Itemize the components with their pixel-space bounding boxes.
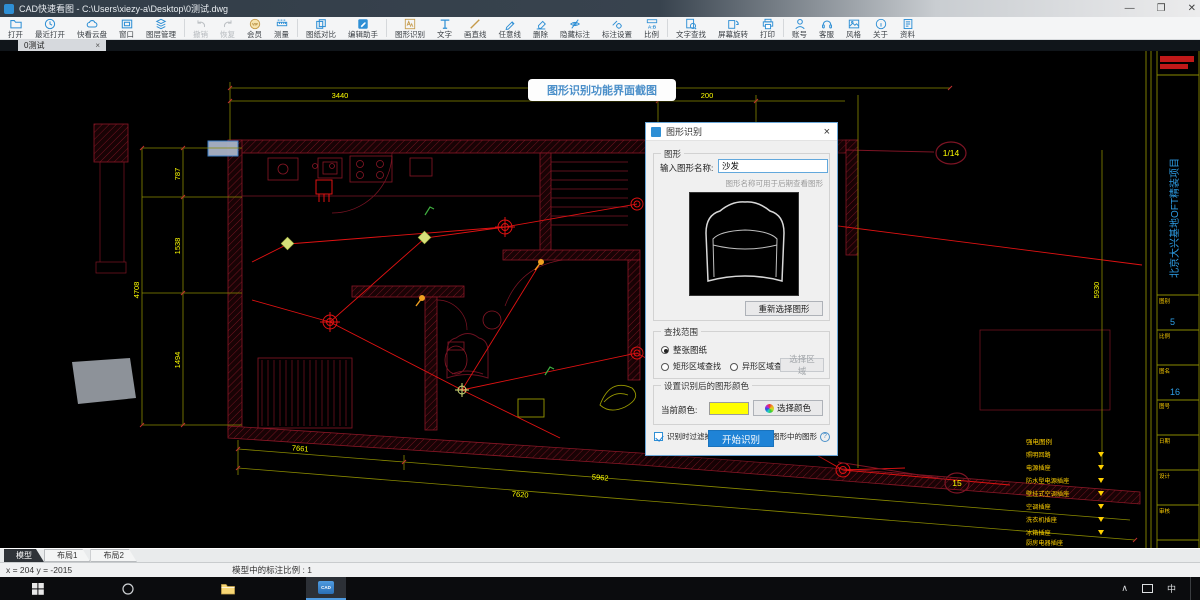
gray-block xyxy=(72,358,136,404)
folder-icon xyxy=(221,583,235,594)
sheet-tab-layout2[interactable]: 布局2 xyxy=(90,549,136,562)
annotation-banner: 图形识别功能界面截图 xyxy=(528,79,676,101)
dialog-title: 图形识别 xyxy=(666,127,703,137)
name-label: 输入图形名称: xyxy=(660,163,714,173)
cortana-button[interactable] xyxy=(110,577,146,600)
plan-structure xyxy=(95,152,1111,411)
cad-app-taskbar-button[interactable]: CAD xyxy=(306,577,346,600)
color-group-label: 设置识别后的图形颜色 xyxy=(661,380,753,392)
help-icon[interactable]: ? xyxy=(820,431,830,442)
windows-taskbar: CAD ∧ 中 xyxy=(0,577,1200,600)
start-button[interactable] xyxy=(20,577,56,600)
app-window: CAD快速看图 - C:\Users\xiezy-a\Desktop\0测试.d… xyxy=(0,0,1200,600)
current-color-swatch xyxy=(709,402,749,415)
star-marker xyxy=(455,383,469,397)
color-group: 设置识别后的图形颜色 当前颜色: 选择颜色 xyxy=(653,380,830,425)
radio-off-icon xyxy=(661,362,669,371)
cortana-circle-icon xyxy=(122,582,134,595)
scope-group-label: 查找范围 xyxy=(661,326,702,338)
name-hint: 图形名称可用于后期查看图形 xyxy=(725,179,824,188)
show-desktop-strip[interactable] xyxy=(1190,577,1194,600)
dialog-icon xyxy=(651,126,661,137)
shape-recognition-dialog: 图形识别 × 图形 输入图形名称: 图形名称可用于后期查看图形 重新选择图形 查… xyxy=(645,122,838,456)
svg-text:防水型电源插座: 防水型电源插座 xyxy=(1026,477,1069,485)
radio-on-icon xyxy=(661,346,669,354)
titleblock-red-note xyxy=(1160,56,1194,62)
dim-left-top: 787 xyxy=(173,168,182,181)
svg-text:日期: 日期 xyxy=(1159,438,1171,445)
sheet-tab-bar: 模型 布局1 布局2 xyxy=(0,548,1200,562)
svg-text:图名: 图名 xyxy=(1159,367,1170,375)
plan-accents xyxy=(517,384,637,418)
dim-left-bottom: 1494 xyxy=(173,352,182,369)
selection-box[interactable] xyxy=(207,140,239,157)
dim-left-overall: 4708 xyxy=(132,282,141,299)
svg-text:冰箱插座: 冰箱插座 xyxy=(1026,529,1051,537)
dim-left-mid: 1538 xyxy=(173,238,182,255)
status-bar: x = 204 y = -2015 模型中的标注比例 : 1 xyxy=(0,562,1200,577)
svg-text:电源插座: 电源插座 xyxy=(1026,464,1051,472)
plan-sofa xyxy=(446,333,489,379)
graphic-preview xyxy=(689,192,799,296)
cad-app-icon: CAD xyxy=(318,581,334,594)
choose-color-button[interactable]: 选择颜色 xyxy=(753,400,823,416)
svg-text:5: 5 xyxy=(1170,317,1175,327)
wardrobe-comb xyxy=(261,360,347,426)
dialog-close-icon[interactable]: × xyxy=(824,126,830,138)
dim-bottom-overall: 7620 xyxy=(512,489,529,499)
dim-right-overall: 5930 xyxy=(1092,282,1101,299)
dialog-title-bar[interactable]: 图形识别 × xyxy=(646,123,837,141)
svg-text:洗衣机插座: 洗衣机插座 xyxy=(1026,516,1057,524)
svg-text:16: 16 xyxy=(1170,387,1180,397)
title-block: 北京大兴基地OFT精装项目 图别 比例 图名 图号 日期 设计 审核 5 16 xyxy=(1145,51,1200,548)
dim-top-left: 3440 xyxy=(332,91,349,100)
sofa-preview-drawing xyxy=(705,201,785,282)
svg-text:壁挂式空调插座: 壁挂式空调插座 xyxy=(1026,490,1069,498)
svg-text:厨房电器插座: 厨房电器插座 xyxy=(1026,539,1063,547)
graphic-name-input[interactable] xyxy=(718,159,828,173)
callout-top-right: 1/14 xyxy=(943,148,960,158)
svg-text:审核: 审核 xyxy=(1159,507,1171,515)
tray-window-icon[interactable] xyxy=(1141,584,1153,593)
svg-text:空调插座: 空调插座 xyxy=(1026,503,1051,511)
diamond-markers xyxy=(280,230,432,251)
graphic-group-label: 图形 xyxy=(661,148,685,160)
start-recognition-button[interactable]: 开始识别 xyxy=(708,430,774,447)
annotation-scale-note: 模型中的标注比例 : 1 xyxy=(232,565,312,575)
sheet-tab-layout1[interactable]: 布局1 xyxy=(44,549,90,562)
tray-ime-indicator[interactable]: 中 xyxy=(1167,582,1176,595)
select-region-button[interactable]: 选择区域 xyxy=(780,354,824,376)
svg-text:照明回路: 照明回路 xyxy=(1026,451,1052,459)
cursor-coordinates: x = 204 y = -2015 xyxy=(6,565,73,575)
svg-text:比例: 比例 xyxy=(1159,332,1171,340)
svg-text:设计: 设计 xyxy=(1159,472,1171,480)
scope-whole-radio[interactable]: 整张图纸 xyxy=(661,344,707,356)
radio-off-icon xyxy=(730,362,738,371)
current-color-label: 当前颜色: xyxy=(661,405,698,415)
electrical-component xyxy=(315,179,333,202)
dim-bottom-left: 7661 xyxy=(292,443,309,453)
callout-bottom-right: 15 xyxy=(952,478,962,488)
system-tray: ∧ 中 xyxy=(1121,577,1194,600)
dim-top-right-offset: 200 xyxy=(701,91,714,100)
scope-rect-radio[interactable]: 矩形区域查找 xyxy=(661,361,721,372)
legend-title: 强电图例 xyxy=(1026,437,1052,446)
dim-bottom-mid: 5962 xyxy=(592,472,609,482)
windows-logo-icon xyxy=(32,582,44,595)
color-wheel-icon xyxy=(764,403,774,413)
search-scope-group: 查找范围 整张图纸 矩形区域查找 异形区域查找 选择区域 xyxy=(653,326,830,379)
titleblock-project: 北京大兴基地OFT精装项目 xyxy=(1168,158,1181,278)
tray-expand-icon[interactable]: ∧ xyxy=(1121,583,1128,594)
svg-text:图别: 图别 xyxy=(1159,297,1170,305)
sheet-tab-model[interactable]: 模型 xyxy=(4,549,44,562)
graphic-group: 图形 输入图形名称: 图形名称可用于后期查看图形 重新选择图形 xyxy=(653,148,830,321)
checkbox-checked-icon[interactable] xyxy=(654,432,663,441)
plan-walls xyxy=(93,123,1141,505)
file-explorer-button[interactable] xyxy=(210,577,246,600)
reselect-graphic-button[interactable]: 重新选择图形 xyxy=(745,301,823,316)
titleblock-red-note xyxy=(1160,64,1188,69)
svg-text:图号: 图号 xyxy=(1159,402,1171,410)
